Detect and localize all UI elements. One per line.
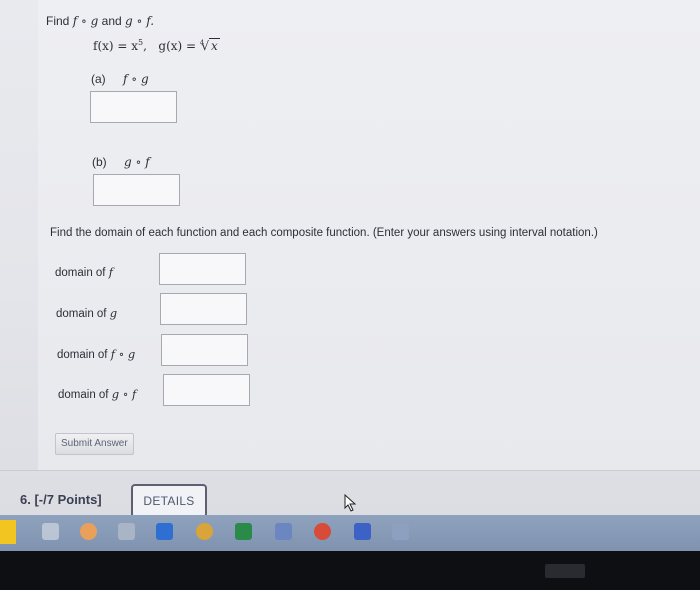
chrome-icon[interactable] bbox=[196, 523, 213, 540]
part-b-letter: (b) bbox=[92, 155, 107, 169]
g-definition: g(x) = bbox=[158, 39, 200, 53]
domain-g-input[interactable] bbox=[160, 293, 247, 325]
question-6-header: 6. [-/7 Points] bbox=[20, 492, 102, 507]
onenote-icon[interactable] bbox=[392, 523, 409, 540]
domain-fog-text: domain of bbox=[57, 349, 108, 361]
radical-sign-icon: √ bbox=[201, 39, 210, 53]
domain-f-fn: f bbox=[108, 265, 113, 279]
teams-icon[interactable] bbox=[354, 523, 371, 540]
domain-f-input[interactable] bbox=[159, 253, 246, 285]
domain-g-fn: g bbox=[109, 306, 118, 320]
answer-input-fog[interactable] bbox=[90, 91, 177, 123]
part-a-expression: f ∘ g bbox=[123, 72, 149, 86]
word-icon[interactable] bbox=[275, 523, 292, 540]
intro-gof: g ∘ f. bbox=[125, 14, 155, 28]
submit-answer-button[interactable]: Submit Answer bbox=[55, 433, 134, 455]
domain-gof-text: domain of bbox=[58, 389, 109, 401]
domain-gof-fn: g ∘ f bbox=[111, 387, 137, 401]
part-b-expression: g ∘ f bbox=[124, 155, 150, 169]
domain-fog-label: domain of f ∘ g bbox=[57, 347, 135, 361]
folder-icon[interactable] bbox=[42, 523, 59, 540]
mouse-pointer-icon bbox=[344, 494, 357, 512]
part-a-label: (a) f ∘ g bbox=[91, 72, 149, 86]
excel-icon[interactable] bbox=[235, 523, 252, 540]
store-icon[interactable] bbox=[80, 523, 97, 540]
domain-gof-label: domain of g ∘ f bbox=[58, 387, 136, 401]
question-divider bbox=[0, 470, 700, 471]
domain-f-label: domain of f bbox=[55, 265, 113, 279]
domain-g-text: domain of bbox=[56, 308, 107, 320]
question-number: 6. bbox=[20, 492, 31, 507]
app-icon[interactable] bbox=[314, 523, 331, 540]
domain-g-label: domain of g bbox=[56, 306, 117, 320]
domain-fog-input[interactable] bbox=[161, 334, 248, 366]
start-button[interactable] bbox=[0, 520, 16, 544]
domain-f-text: domain of bbox=[55, 267, 106, 279]
domain-fog-fn: f ∘ g bbox=[110, 347, 136, 361]
intro-text: Find bbox=[46, 14, 70, 28]
part-b-label: (b) g ∘ f bbox=[92, 155, 150, 169]
function-definitions: f(x) = x5, g(x) = 4√ x bbox=[93, 38, 220, 53]
question-points: [-/7 Points] bbox=[34, 492, 102, 507]
browser-icon[interactable] bbox=[118, 523, 135, 540]
domain-gof-input[interactable] bbox=[163, 374, 250, 406]
answer-input-gof[interactable] bbox=[93, 174, 180, 206]
domain-instruction: Find the domain of each function and eac… bbox=[50, 227, 598, 239]
assignment-page: Find f ∘ g and g ∘ f. f(x) = x5, g(x) = … bbox=[0, 0, 700, 518]
monitor-bezel bbox=[0, 551, 700, 590]
taskbar bbox=[0, 515, 700, 551]
monitor-logo bbox=[545, 564, 585, 578]
details-button[interactable]: DETAILS bbox=[131, 484, 207, 518]
f-definition: f(x) = x bbox=[93, 39, 139, 53]
root-radicand: x bbox=[209, 38, 220, 53]
intro-fog: f ∘ g bbox=[72, 14, 99, 28]
intro-and: and bbox=[101, 14, 122, 28]
part-a-letter: (a) bbox=[91, 72, 106, 86]
outlook-icon[interactable] bbox=[156, 523, 173, 540]
problem-intro: Find f ∘ g and g ∘ f. bbox=[46, 14, 154, 28]
